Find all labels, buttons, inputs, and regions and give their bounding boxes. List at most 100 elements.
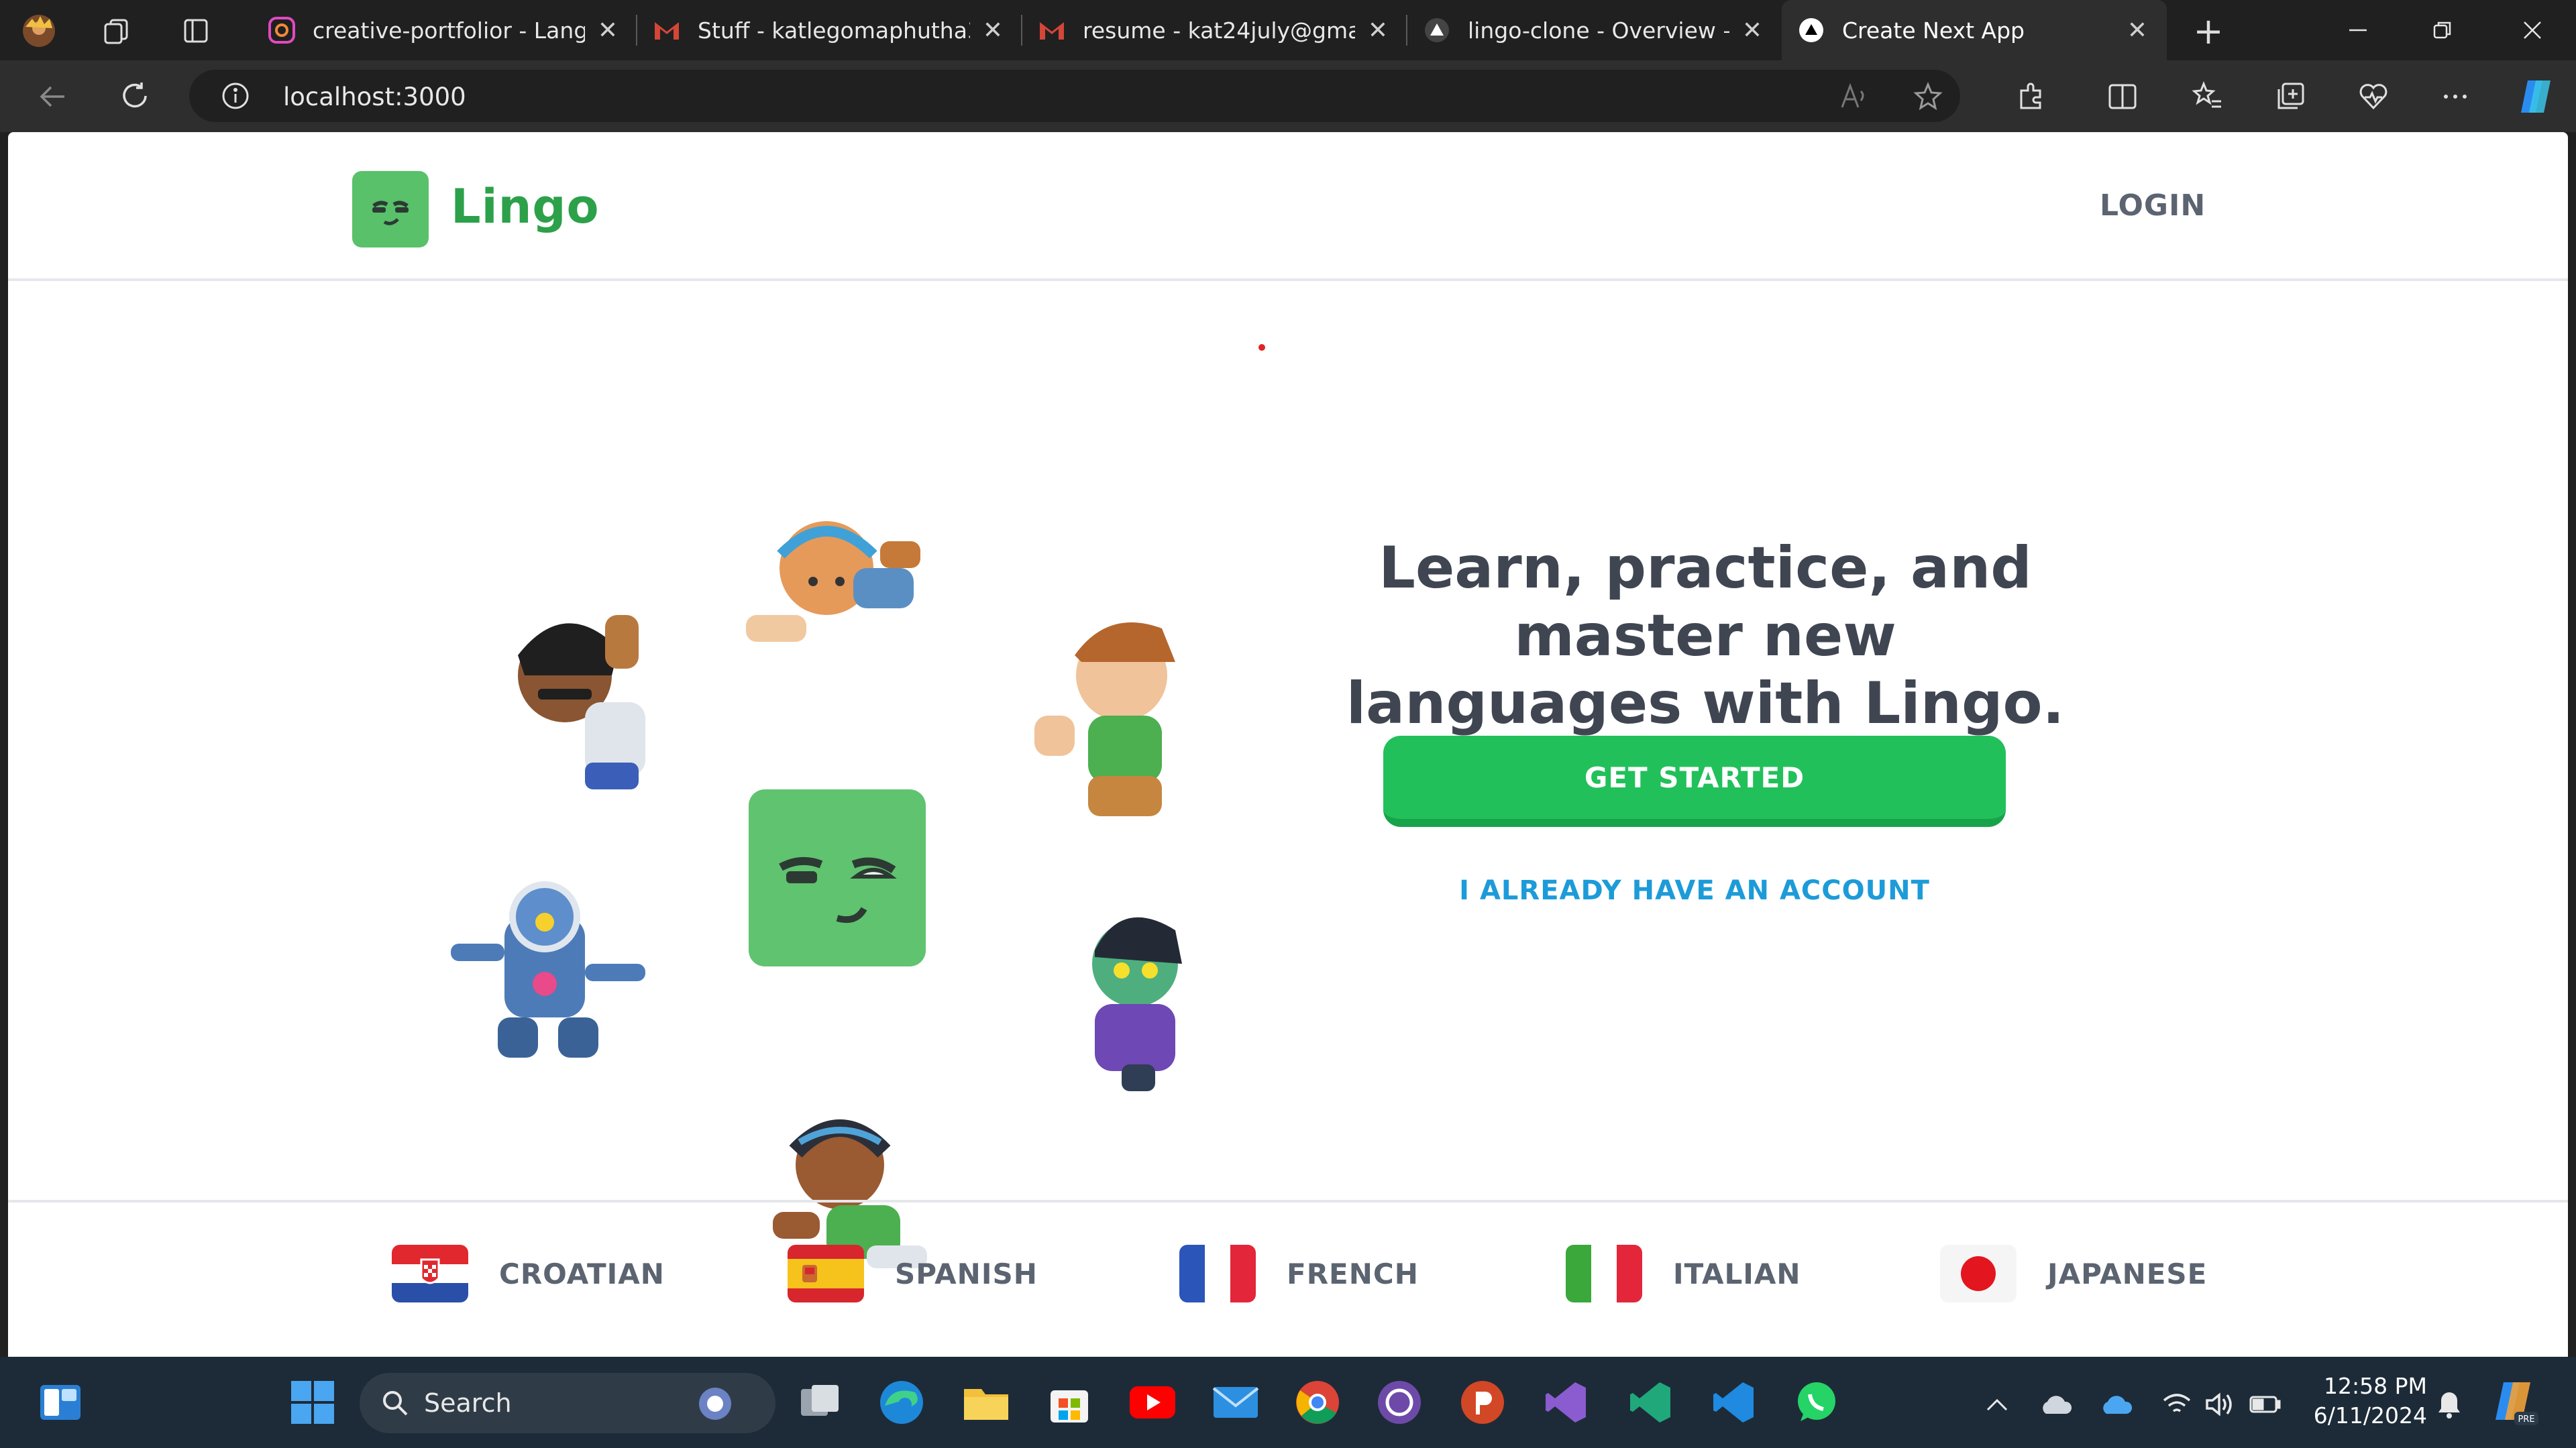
browser-toolbar: localhost:3000 xyxy=(0,60,2576,132)
close-window-icon[interactable] xyxy=(2490,0,2575,60)
restore-icon[interactable] xyxy=(2400,0,2485,60)
vercel-icon xyxy=(1424,17,1450,44)
france-flag-icon xyxy=(1179,1245,1256,1302)
clock-time: 12:58 PM xyxy=(2324,1373,2427,1399)
taskbar-search-box[interactable]: Search xyxy=(360,1373,775,1433)
language-label: FRENCH xyxy=(1287,1257,1419,1290)
split-screen-icon[interactable] xyxy=(2101,75,2144,118)
language-label: SPANISH xyxy=(895,1257,1038,1290)
language-item-japanese[interactable]: JAPANESE xyxy=(1940,1240,2207,1307)
mascot-icon xyxy=(749,789,926,966)
mail-icon[interactable] xyxy=(1208,1374,1264,1431)
back-icon[interactable] xyxy=(31,75,74,118)
collections-icon[interactable] xyxy=(2269,75,2312,118)
more-menu-icon[interactable] xyxy=(2434,75,2477,118)
browser-tab[interactable]: resume - kat24july@gmail ✕ xyxy=(1022,0,1407,60)
copilot-preview-icon[interactable]: PRE xyxy=(2487,1374,2544,1431)
close-icon[interactable]: ✕ xyxy=(2124,17,2151,44)
microsoft-store-icon[interactable] xyxy=(1041,1374,1097,1431)
battery-icon[interactable] xyxy=(2249,1388,2282,1421)
powerpoint-icon[interactable] xyxy=(1454,1374,1511,1431)
search-placeholder: Search xyxy=(424,1388,512,1418)
show-hidden-icons-icon[interactable] xyxy=(1980,1388,2014,1421)
favorite-star-icon[interactable] xyxy=(1913,82,1943,114)
chrome-icon[interactable] xyxy=(1289,1374,1346,1431)
url-text[interactable]: localhost:3000 xyxy=(283,82,466,111)
wifi-icon[interactable] xyxy=(2160,1388,2194,1421)
whatsapp-icon[interactable] xyxy=(1788,1374,1845,1431)
extensions-icon[interactable] xyxy=(2010,75,2053,118)
minimize-icon[interactable] xyxy=(2316,0,2400,60)
system-clock[interactable]: 12:58 PM 6/11/2024 xyxy=(2313,1372,2427,1431)
gmail-icon xyxy=(1038,17,1065,44)
workspaces-icon[interactable] xyxy=(97,12,135,50)
login-button[interactable]: LOGIN xyxy=(2100,188,2206,223)
close-icon[interactable]: ✕ xyxy=(1364,17,1391,44)
japan-flag-icon xyxy=(1940,1245,2017,1302)
gmail-icon xyxy=(653,17,680,44)
tab-actions-icon[interactable] xyxy=(177,12,215,50)
tab-title: Create Next App xyxy=(1842,17,2025,44)
language-label: JAPANESE xyxy=(2047,1257,2208,1290)
copilot-icon[interactable] xyxy=(2514,75,2557,118)
windows-taskbar: Search 12:58 PM 6/11/2024 PRE xyxy=(0,1357,2576,1448)
hero-headline-line1: Learn, practice, and master new xyxy=(1379,535,2032,669)
browser-tab[interactable]: Stuff - katlegomaphutha3 ✕ xyxy=(637,0,1022,60)
start-icon[interactable] xyxy=(284,1374,341,1431)
profile-avatar-icon[interactable] xyxy=(20,12,58,50)
language-footer: CROATIAN SPANISH FRENCH ITALIAN JAPANESE xyxy=(8,1200,2568,1357)
language-item-italian[interactable]: ITALIAN xyxy=(1566,1240,1801,1307)
file-explorer-icon[interactable] xyxy=(958,1374,1014,1431)
robot-character-icon xyxy=(451,881,645,1058)
close-icon[interactable]: ✕ xyxy=(594,17,621,44)
brand-name[interactable]: Lingo xyxy=(451,179,600,234)
next-icon xyxy=(1798,17,1825,44)
language-item-spanish[interactable]: SPANISH xyxy=(788,1240,1038,1307)
tab-title: creative-portfolior - Langu xyxy=(313,17,585,44)
refresh-icon[interactable] xyxy=(114,75,157,118)
zombie-character-icon xyxy=(1092,917,1182,1091)
site-header: Lingo LOGIN xyxy=(8,132,2568,281)
browser-tab[interactable]: lingo-clone - Overview – V ✕ xyxy=(1407,0,1782,60)
visual-studio-icon[interactable] xyxy=(1538,1374,1594,1431)
favorites-icon[interactable] xyxy=(2186,75,2229,118)
browser-tab-active[interactable]: Create Next App ✕ xyxy=(1782,0,2167,60)
language-item-croatian[interactable]: CROATIAN xyxy=(392,1240,665,1307)
croatia-flag-icon xyxy=(392,1245,468,1302)
language-item-french[interactable]: FRENCH xyxy=(1179,1240,1419,1307)
get-started-button[interactable]: GET STARTED xyxy=(1383,736,2006,827)
youtube-icon[interactable] xyxy=(1124,1374,1181,1431)
onedrive-sync-icon[interactable] xyxy=(2100,1388,2133,1421)
github-desktop-icon[interactable] xyxy=(1371,1374,1428,1431)
tab-title: resume - kat24july@gmail xyxy=(1083,17,1355,44)
already-have-account-button[interactable]: I ALREADY HAVE AN ACCOUNT xyxy=(1383,875,2006,906)
lingo-logo-icon[interactable] xyxy=(352,171,429,247)
vscode-insiders-icon[interactable] xyxy=(1622,1374,1678,1431)
notifications-bell-icon[interactable] xyxy=(2432,1388,2466,1421)
new-tab-button[interactable]: + xyxy=(2190,10,2227,52)
close-icon[interactable]: ✕ xyxy=(1739,17,1766,44)
search-icon xyxy=(381,1389,409,1423)
edge-browser-icon[interactable] xyxy=(873,1374,930,1431)
widgets-icon[interactable] xyxy=(32,1374,89,1431)
read-aloud-icon[interactable] xyxy=(1839,82,1869,114)
hero-illustration xyxy=(451,340,1229,1286)
search-highlight-icon xyxy=(695,1384,735,1430)
italy-flag-icon xyxy=(1566,1245,1642,1302)
language-label: ITALIAN xyxy=(1673,1257,1801,1290)
hero-headline: Learn, practice, and master new language… xyxy=(1256,535,2155,738)
language-label: CROATIAN xyxy=(499,1257,665,1290)
site-info-icon[interactable] xyxy=(221,82,250,113)
cursor-dot xyxy=(1258,344,1265,351)
close-icon[interactable]: ✕ xyxy=(979,17,1006,44)
tab-title: Stuff - katlegomaphutha3 xyxy=(698,17,970,44)
vscode-icon[interactable] xyxy=(1705,1374,1762,1431)
browser-essentials-icon[interactable] xyxy=(2352,75,2395,118)
mustache-man-character-icon xyxy=(518,615,645,789)
address-bar[interactable]: localhost:3000 xyxy=(189,70,1960,122)
browser-tab[interactable]: creative-portfolior - Langu ✕ xyxy=(252,0,637,60)
task-view-icon[interactable] xyxy=(792,1374,848,1431)
onedrive-icon[interactable] xyxy=(2039,1388,2073,1421)
volume-icon[interactable] xyxy=(2203,1388,2237,1421)
web-page: Lingo LOGIN Learn, practice, and master … xyxy=(8,132,2568,1357)
